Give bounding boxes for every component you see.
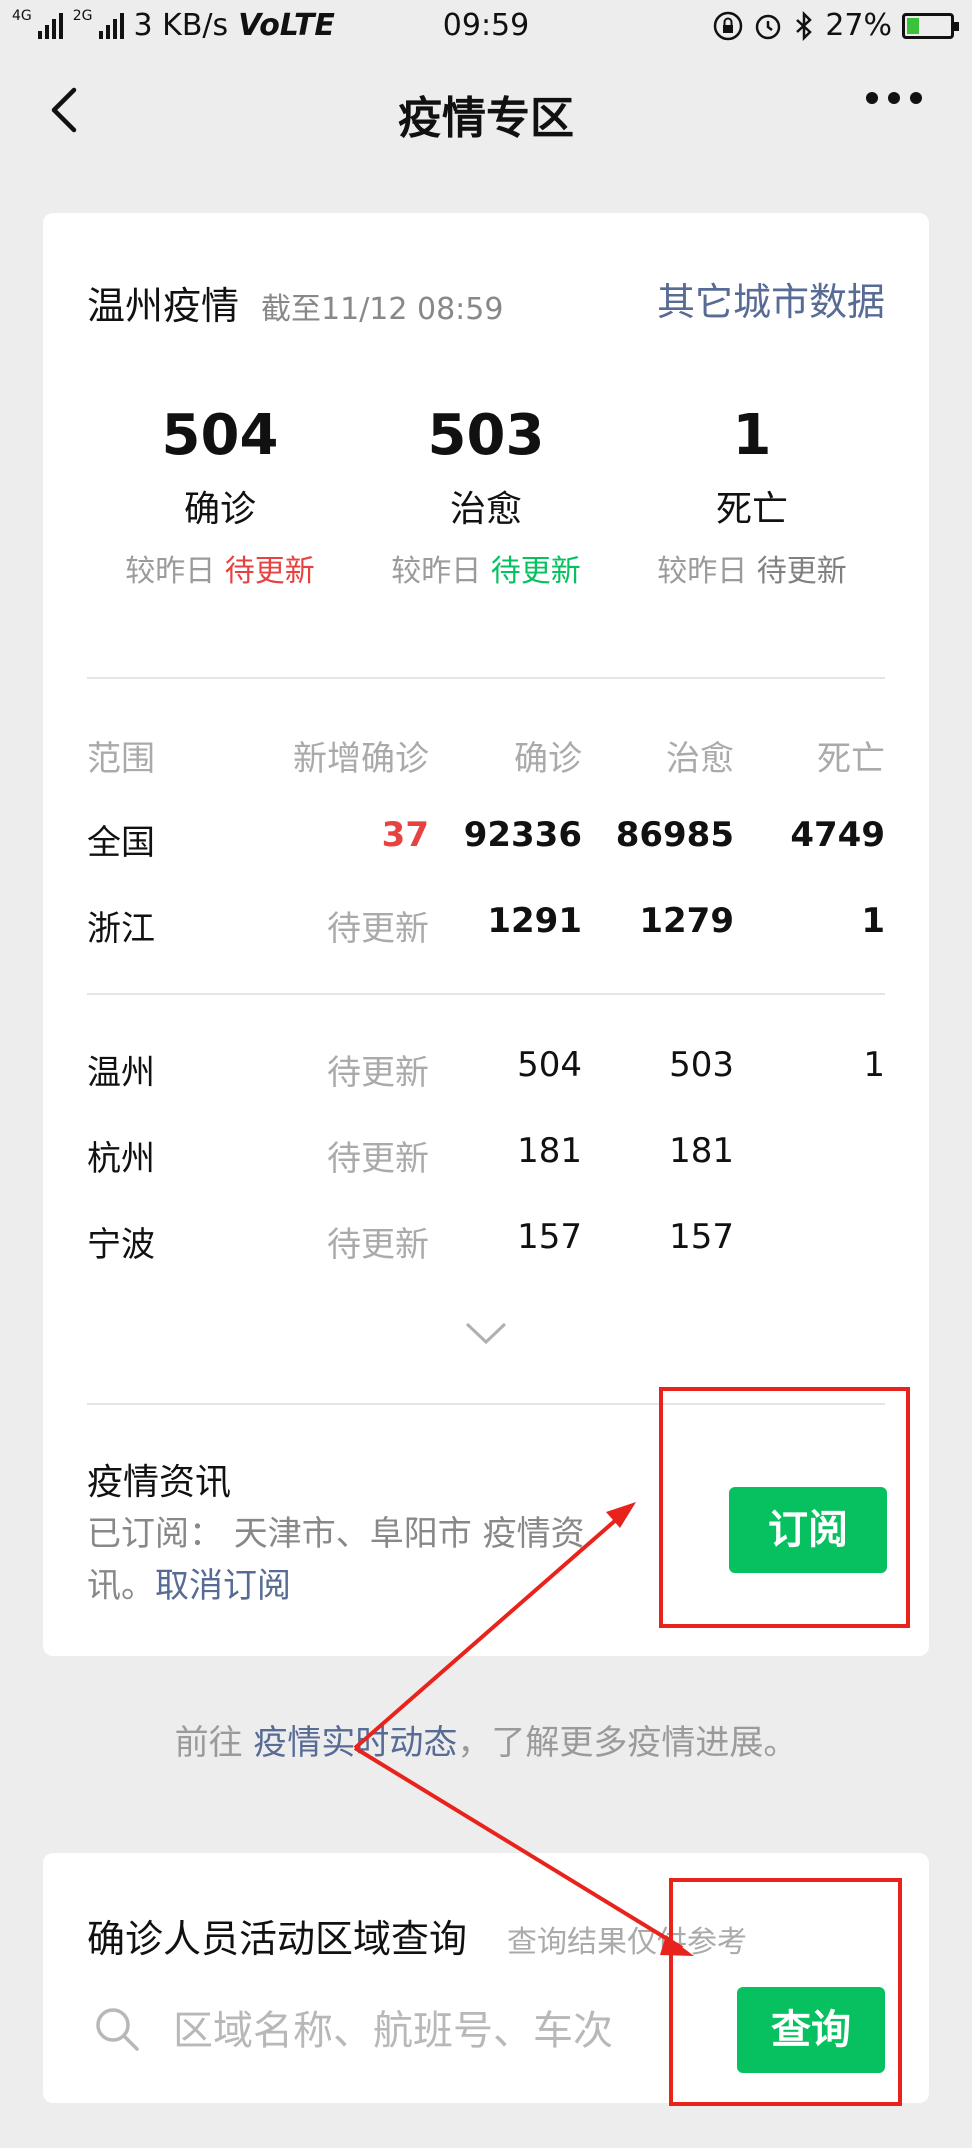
new-confirmed: 37 [381, 815, 429, 855]
subscription-desc: 已订阅： 天津市、阜阳市 疫情资讯。取消订阅 [87, 1508, 637, 1612]
subscribe-button[interactable]: 订阅 [729, 1487, 887, 1573]
status-bar: 4G 2G 3 KB/s VoLTE 09:59 27% [0, 0, 972, 50]
region-name: 浙江 [87, 909, 155, 949]
confirmed: 92336 [463, 815, 582, 855]
area-query-card: 确诊人员活动区域查询 查询结果仅供参考 查询 [43, 1853, 929, 2103]
col-header: 范围 [87, 739, 155, 779]
table-row: 全国 37 92336 86985 4749 [87, 815, 885, 865]
stat-deaths: 1 死亡 较昨日 待更新 [619, 403, 885, 590]
stat-recovered-label: 治愈 [449, 489, 522, 530]
more-options-icon[interactable] [866, 92, 922, 104]
new-confirmed: 待更新 [327, 1053, 429, 1093]
cancel-subscription-link[interactable]: 取消订阅 [155, 1566, 291, 1606]
battery-icon [902, 12, 959, 39]
deaths: 1 [863, 1045, 885, 1085]
bluetooth-icon [796, 10, 813, 41]
divider [87, 1403, 885, 1405]
stat-confirmed-value: 504 [161, 403, 279, 468]
chevron-down-icon[interactable] [463, 1318, 509, 1348]
subscription-title: 疫情资讯 [87, 1462, 232, 1503]
new-confirmed: 待更新 [327, 909, 429, 949]
search-input[interactable] [173, 2003, 653, 2059]
recovered: 1279 [639, 901, 734, 941]
live-updates-link[interactable]: 疫情实时动态 [253, 1723, 457, 1763]
stat-confirmed-label: 确诊 [183, 489, 256, 530]
table-row: 宁波 待更新 157 157 [87, 1217, 885, 1267]
divider [87, 993, 885, 995]
col-header: 死亡 [817, 739, 885, 779]
epidemic-card: 温州疫情 截至11/12 08:59 其它城市数据 504 确诊 较昨日 待更新… [43, 213, 929, 1656]
compare-value: 待更新 [756, 554, 847, 589]
compare-value: 待更新 [224, 554, 315, 589]
stat-deaths-label: 死亡 [715, 489, 788, 530]
stat-recovered-compare: 较昨日 待更新 [353, 546, 619, 590]
city-title: 温州疫情 [87, 284, 240, 328]
other-cities-link[interactable]: 其它城市数据 [657, 271, 885, 326]
confirmed: 157 [517, 1217, 582, 1257]
battery-percent: 27% [825, 8, 892, 43]
stat-confirmed-compare: 较昨日 待更新 [87, 546, 353, 590]
update-time: 截至11/12 08:59 [261, 292, 504, 327]
card-header: 温州疫情 截至11/12 08:59 [87, 275, 503, 330]
query-title: 确诊人员活动区域查询 [87, 1917, 468, 1961]
stat-confirmed: 504 确诊 较昨日 待更新 [87, 403, 353, 590]
stat-recovered-value: 503 [427, 403, 545, 468]
search-icon [96, 2008, 139, 2051]
hint-suffix: ，了解更多疫情进展。 [457, 1723, 798, 1763]
new-confirmed: 待更新 [327, 1139, 429, 1179]
recovered: 157 [669, 1217, 734, 1257]
query-note: 查询结果仅供参考 [507, 1925, 747, 1960]
table-row: 杭州 待更新 181 181 [87, 1131, 885, 1181]
stat-deaths-compare: 较昨日 待更新 [619, 546, 885, 590]
region-name: 温州 [87, 1053, 155, 1093]
nav-bar: 疫情专区 [0, 60, 972, 160]
query-button[interactable]: 查询 [737, 1987, 885, 2073]
stat-deaths-value: 1 [732, 403, 772, 468]
status-right: 27% [713, 8, 959, 43]
region-name: 杭州 [87, 1139, 155, 1179]
confirmed: 181 [517, 1131, 582, 1171]
divider [87, 677, 885, 679]
compare-prefix: 较昨日 [391, 554, 482, 589]
deaths: 4749 [790, 815, 885, 855]
stat-recovered: 503 治愈 较昨日 待更新 [353, 403, 619, 590]
region-name: 宁波 [87, 1225, 155, 1265]
recovered: 503 [669, 1045, 734, 1085]
region-name: 全国 [87, 823, 155, 863]
hint-prefix: 前往 [174, 1723, 254, 1763]
table-row: 浙江 待更新 1291 1279 1 [87, 901, 885, 951]
compare-value: 待更新 [490, 554, 581, 589]
col-header: 新增确诊 [293, 739, 429, 779]
live-updates-hint: 前往 疫情实时动态，了解更多疫情进展。 [0, 1715, 972, 1764]
col-header: 治愈 [666, 739, 734, 779]
lock-icon [714, 11, 743, 40]
compare-prefix: 较昨日 [125, 554, 216, 589]
deaths: 1 [861, 901, 885, 941]
table-header: 范围 新增确诊 确诊 治愈 死亡 [87, 731, 885, 781]
compare-prefix: 较昨日 [657, 554, 748, 589]
confirmed: 1291 [487, 901, 582, 941]
recovered: 86985 [615, 815, 734, 855]
page-title: 疫情专区 [398, 93, 574, 144]
recovered: 181 [669, 1131, 734, 1171]
alarm-icon [756, 14, 781, 39]
col-header: 确诊 [514, 739, 582, 779]
table-row: 温州 待更新 504 503 1 [87, 1045, 885, 1095]
confirmed: 504 [517, 1045, 582, 1085]
stats-summary: 504 确诊 较昨日 待更新 503 治愈 较昨日 待更新 1 死亡 较昨日 待… [87, 403, 885, 590]
new-confirmed: 待更新 [327, 1225, 429, 1265]
